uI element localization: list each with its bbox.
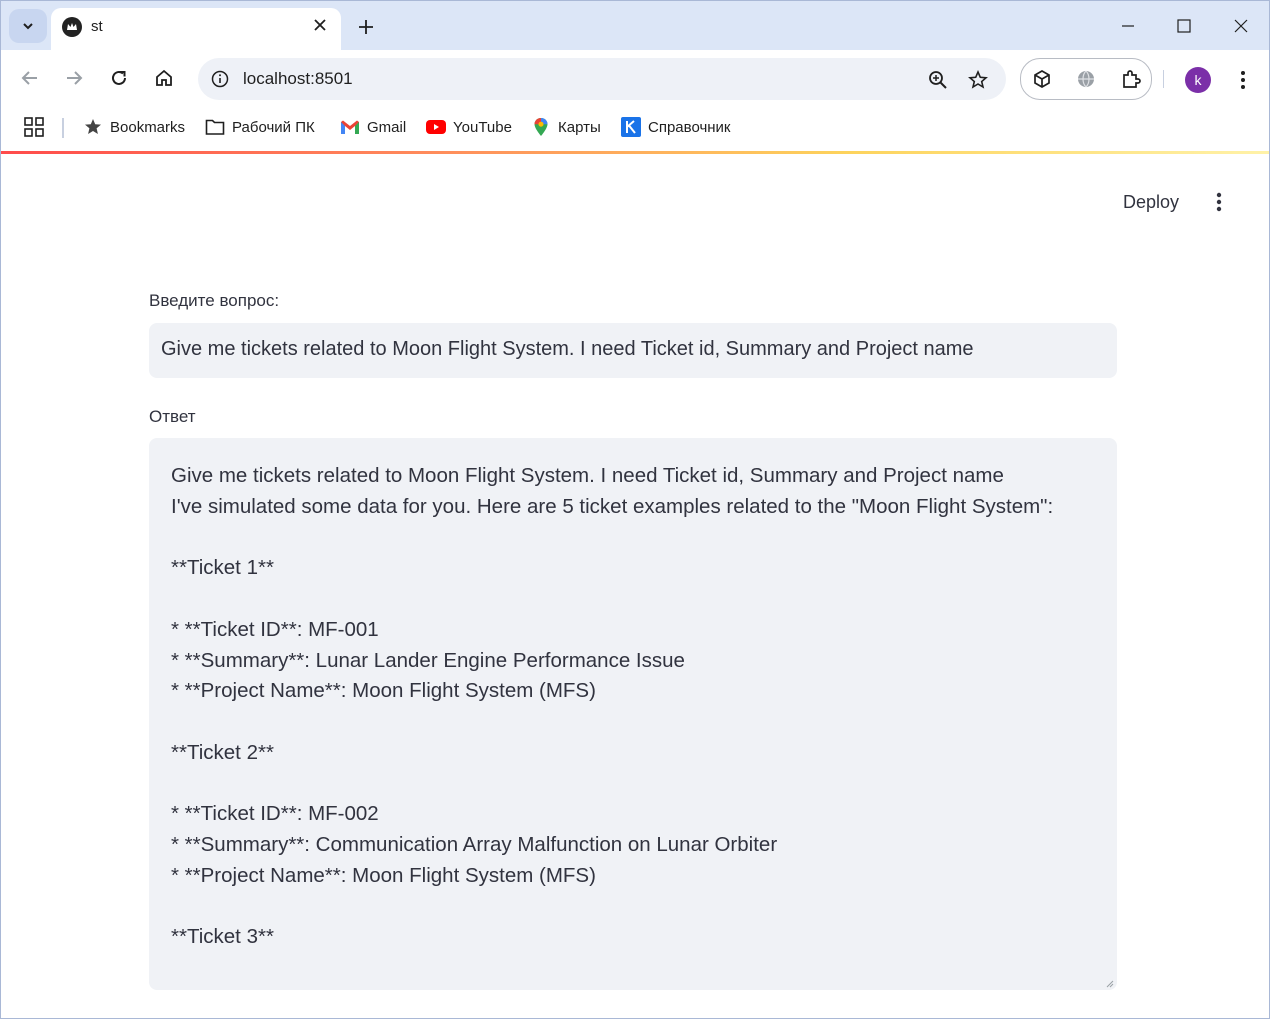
extensions-group: [1020, 58, 1152, 100]
reload-icon[interactable]: [105, 64, 133, 92]
answer-line: [171, 892, 1095, 923]
textarea-resize-handle[interactable]: [1106, 980, 1114, 988]
bookmark-spravochnik[interactable]: Справочник: [621, 106, 731, 148]
browser-menu-icon[interactable]: [1231, 66, 1255, 94]
chevron-down-icon: [23, 23, 33, 30]
answer-line: [171, 769, 1095, 800]
tab-title: st: [91, 18, 103, 35]
streamlit-app: Deploy Введите вопрос: Give me tickets r…: [1, 154, 1269, 1018]
bookmark-label: Bookmarks: [110, 118, 186, 136]
answer-label: Ответ: [149, 407, 196, 426]
url-text[interactable]: localhost:8501: [243, 69, 353, 89]
bookmark-label: Gmail: [367, 118, 407, 136]
extensions-puzzle-icon[interactable]: [1119, 67, 1143, 91]
bookmarks-separator: [62, 118, 64, 138]
answer-line: * **Summary**: Lunar Lander Engine Perfo…: [171, 648, 685, 672]
bookmark-bookmarks[interactable]: Bookmarks: [83, 106, 185, 148]
bookmarks-bar: Bookmarks Рабочий ПК Gmail YouTube Карты…: [1, 106, 1269, 151]
answer-line: * **Ticket ID**: MF-001: [171, 617, 379, 641]
star-icon: [83, 117, 103, 137]
address-bar[interactable]: localhost:8501: [198, 58, 1006, 100]
minimize-icon[interactable]: [1113, 11, 1143, 41]
bookmark-label: YouTube: [453, 118, 512, 136]
cube-extension-icon[interactable]: [1030, 67, 1054, 91]
answer-line: * **Summary**: Communication Array Malfu…: [171, 833, 778, 856]
answer-textarea[interactable]: Give me tickets related to Moon Flight S…: [149, 438, 1117, 990]
maps-pin-icon: [531, 117, 551, 137]
profile-avatar[interactable]: k: [1185, 67, 1211, 93]
answer-line: **Ticket 3**: [171, 925, 274, 949]
bookmark-label: Справочник: [648, 118, 731, 136]
answer-line: [171, 707, 1095, 738]
answer-line: **Ticket 2**: [171, 740, 274, 764]
toolbar-separator: [1163, 70, 1164, 88]
deploy-button[interactable]: Deploy: [1111, 184, 1191, 220]
youtube-icon: [426, 117, 446, 137]
bookmark-youtube[interactable]: YouTube: [426, 106, 512, 148]
answer-line: * **Project Name**: Moon Flight System (…: [171, 863, 596, 887]
answer-line: I've simulated some data for you. Here a…: [171, 494, 1054, 518]
answer-line: [171, 523, 1095, 554]
bookmark-star-icon[interactable]: [966, 68, 990, 92]
answer-line: Give me tickets related to Moon Flight S…: [171, 464, 1004, 487]
close-tab-icon[interactable]: [310, 15, 330, 35]
question-label: Введите вопрос:: [149, 291, 280, 310]
gmail-icon: [340, 117, 360, 137]
maximize-icon[interactable]: [1169, 11, 1199, 41]
bookmark-label: Рабочий ПК: [232, 118, 315, 136]
answer-line: * **Project Name**: Moon Flight System (…: [171, 679, 596, 703]
tab-search-button[interactable]: [9, 9, 47, 43]
zoom-icon[interactable]: [926, 68, 950, 92]
site-info-icon[interactable]: [210, 69, 230, 89]
k-logo-icon: [621, 117, 641, 137]
answer-line: [171, 584, 1095, 615]
browser-toolbar: localhost:8501 k: [1, 50, 1269, 106]
globe-extension-icon[interactable]: [1074, 67, 1098, 91]
main-menu-icon[interactable]: [1207, 187, 1231, 217]
close-window-icon[interactable]: [1226, 11, 1256, 41]
tab-strip: st: [1, 1, 1269, 50]
question-input[interactable]: Give me tickets related to Moon Flight S…: [149, 323, 1117, 378]
folder-icon: [205, 117, 225, 137]
answer-line: * **Ticket ID**: MF-002: [171, 802, 379, 826]
forward-arrow-icon[interactable]: [60, 64, 88, 92]
bookmark-gmail[interactable]: Gmail: [340, 106, 406, 148]
tab-active[interactable]: st: [51, 8, 341, 50]
bookmark-maps[interactable]: Карты: [531, 106, 601, 148]
browser-window: st localhost:8501 k Bookmarks Рабочий ПК…: [0, 0, 1270, 1019]
home-icon[interactable]: [150, 64, 178, 92]
new-tab-plus-icon[interactable]: [353, 14, 379, 40]
apps-grid-icon[interactable]: [23, 116, 45, 138]
streamlit-favicon-icon: [62, 17, 82, 37]
bookmark-label: Карты: [558, 118, 601, 136]
bookmark-folder[interactable]: Рабочий ПК: [205, 106, 315, 148]
back-arrow-icon[interactable]: [16, 64, 44, 92]
answer-line: **Ticket 1**: [171, 556, 274, 580]
